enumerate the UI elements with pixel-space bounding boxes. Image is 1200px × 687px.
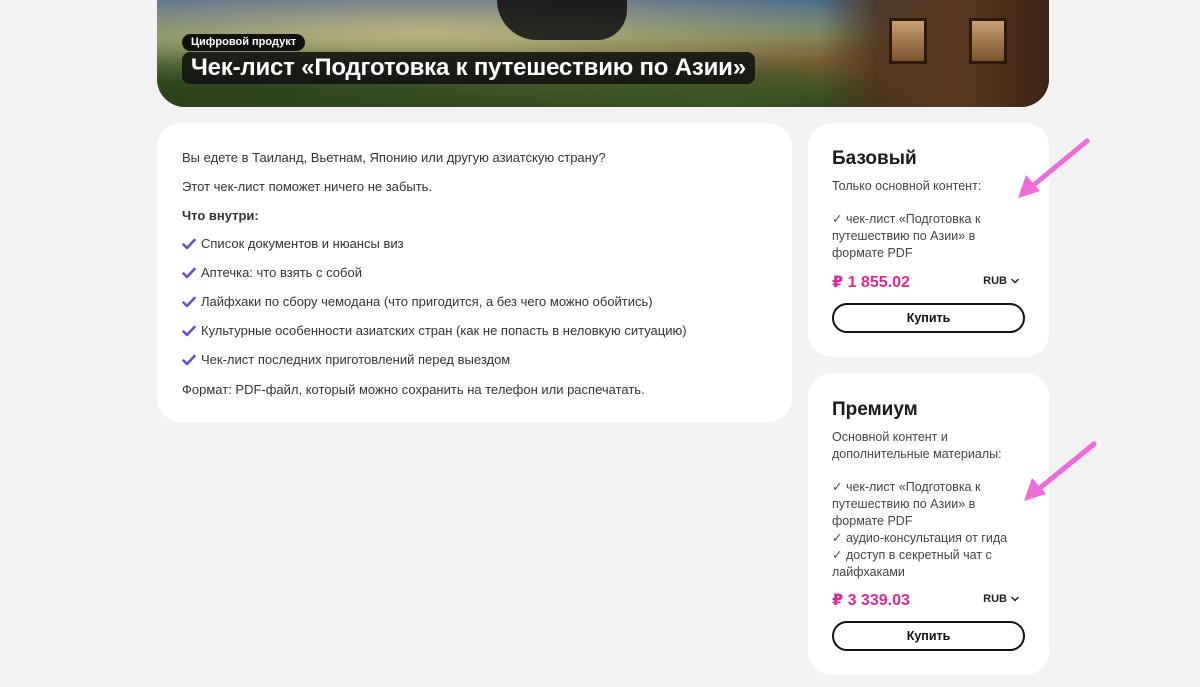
chevron-down-icon bbox=[1011, 278, 1019, 284]
description-purpose: Этот чек-лист поможет ничего не забыть. bbox=[182, 179, 433, 194]
check-icon bbox=[182, 296, 196, 307]
plan-title: Базовый bbox=[832, 148, 917, 169]
currency-select[interactable]: RUB bbox=[983, 275, 1019, 287]
plan-price: ₽ 3 339.03 bbox=[832, 592, 910, 609]
plan-item: ✓ чек-лист «Подготовка к bbox=[832, 480, 981, 494]
check-icon bbox=[182, 267, 196, 278]
currency-label: RUB bbox=[983, 275, 1007, 287]
plan-item: путешествию по Азии» в bbox=[832, 497, 976, 511]
feature-label: Аптечка: что взять с собой bbox=[201, 265, 362, 280]
list-item: Аптечка: что взять с собой bbox=[182, 265, 362, 280]
description-card: Вы едете в Таиланд, Вьетнам, Японию или … bbox=[157, 123, 792, 422]
feature-label: Культурные особенности азиатских стран (… bbox=[201, 323, 687, 338]
buy-button[interactable]: Купить bbox=[832, 303, 1025, 333]
product-type-badge: Цифровой продукт bbox=[182, 34, 306, 51]
plan-items: ✓ чек-лист «Подготовка к путешествию по … bbox=[832, 211, 1017, 262]
plan-items: ✓ чек-лист «Подготовка к путешествию по … bbox=[832, 479, 1017, 581]
page: Цифровой продукт Чек-лист «Подготовка к … bbox=[0, 0, 1200, 687]
check-icon bbox=[182, 325, 196, 336]
plan-item: ✓ доступ в секретный чат с bbox=[832, 548, 992, 562]
description-format: Формат: PDF-файл, который можно сохранит… bbox=[182, 382, 645, 397]
feature-label: Список документов и нюансы виз bbox=[201, 236, 404, 251]
inside-heading: Что внутри: bbox=[182, 208, 259, 223]
check-icon bbox=[182, 238, 196, 249]
plan-item: ✓ чек-лист «Подготовка к bbox=[832, 212, 981, 226]
currency-label: RUB bbox=[983, 593, 1007, 605]
feature-label: Чек-лист последних приготовлений перед в… bbox=[201, 352, 511, 367]
plan-item: формате PDF bbox=[832, 246, 913, 260]
buy-button[interactable]: Купить bbox=[832, 621, 1025, 651]
plan-card-premium: Премиум Основной контент и дополнительны… bbox=[808, 373, 1049, 675]
annotation-arrow-icon bbox=[1018, 138, 1090, 198]
plan-subtitle-line: Основной контент и bbox=[832, 430, 948, 444]
check-icon bbox=[182, 354, 196, 365]
list-item: Чек-лист последних приготовлений перед в… bbox=[182, 352, 510, 367]
feature-label: Лайфхаки по сбору чемодана (что пригодит… bbox=[201, 294, 653, 309]
plan-item: ✓ аудио-консультация от гида bbox=[832, 531, 1008, 545]
plan-item: лайфхаками bbox=[832, 565, 905, 579]
plan-subtitle-line: дополнительные материалы: bbox=[832, 447, 1002, 461]
plan-item: формате PDF bbox=[832, 514, 913, 528]
plan-subtitle: Основной контент и дополнительные матери… bbox=[832, 429, 1022, 463]
hero-image-traveler bbox=[497, 0, 627, 40]
currency-select[interactable]: RUB bbox=[983, 593, 1019, 605]
plan-item: путешествию по Азии» в bbox=[832, 229, 976, 243]
hero-image-house bbox=[819, 0, 1049, 107]
list-item: Список документов и нюансы виз bbox=[182, 236, 404, 251]
plan-price: ₽ 1 855.02 bbox=[832, 274, 910, 291]
list-item: Лайфхаки по сбору чемодана (что пригодит… bbox=[182, 294, 653, 309]
plan-subtitle: Только основной контент: bbox=[832, 179, 982, 193]
chevron-down-icon bbox=[1011, 596, 1019, 602]
description-intro: Вы едете в Таиланд, Вьетнам, Японию или … bbox=[182, 150, 606, 165]
page-title: Чек-лист «Подготовка к путешествию по Аз… bbox=[182, 52, 755, 84]
plan-title: Премиум bbox=[832, 399, 918, 420]
annotation-arrow-icon bbox=[1024, 441, 1097, 501]
list-item: Культурные особенности азиатских стран (… bbox=[182, 323, 687, 338]
